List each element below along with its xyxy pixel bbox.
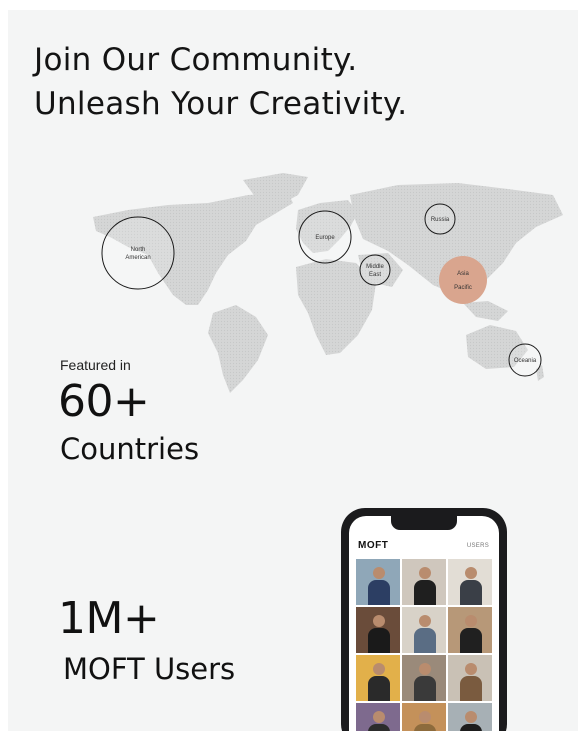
continent-southeast-asia [463,301,508,321]
person-silhouette-head [372,615,385,628]
phone-screen: MOFT USERS [349,516,499,731]
phone-notch [391,516,457,530]
person-silhouette-body [460,579,483,605]
region-marker-asia-pacific[interactable]: Asia Pacific [439,256,487,304]
person-silhouette-body [460,723,483,731]
person-silhouette-head [464,711,477,724]
headline: Join Our Community. Unleash Your Creativ… [34,38,407,126]
person-silhouette-head [418,567,431,580]
person-silhouette-head [372,567,385,580]
users-label: MOFT Users [63,652,236,686]
user-photo-tile[interactable] [356,559,400,605]
region-circle-north-american [101,216,175,290]
person-silhouette-head [464,615,477,628]
person-silhouette-head [372,711,385,724]
person-silhouette-body [414,675,437,701]
community-card: Join Our Community. Unleash Your Creativ… [8,10,578,731]
person-silhouette-head [418,615,431,628]
tab-users[interactable]: USERS [467,543,489,549]
person-silhouette-body [368,723,391,731]
person-silhouette-head [418,711,431,724]
user-photo-tile[interactable] [402,655,446,701]
user-photo-tile[interactable] [356,607,400,653]
region-circle-middle-east [359,254,391,286]
region-label-europe: Europe [315,235,335,241]
world-map: North American Europe Russia Middle East Asia P… [58,155,578,395]
person-silhouette-head [464,567,477,580]
person-silhouette-head [464,663,477,676]
world-map-graphic: North American Europe Russia Middle East Asia P… [93,173,563,393]
user-photo-tile[interactable] [402,559,446,605]
region-circle-asia-pacific [439,256,487,304]
person-silhouette-body [368,675,391,701]
person-silhouette-body [368,627,391,653]
user-photo-tile[interactable] [448,607,492,653]
users-count: 1M+ [58,593,160,644]
countries-label: Countries [60,432,200,466]
user-photo-tile[interactable] [402,607,446,653]
person-silhouette-body [414,579,437,605]
region-marker-russia[interactable]: Russia [424,203,456,235]
region-marker-europe[interactable]: Europe [298,210,352,264]
phone-mockup: MOFT USERS [341,508,507,731]
user-photo-grid [356,559,492,731]
featured-in-label: Featured in [60,357,131,373]
user-photo-tile[interactable] [448,655,492,701]
headline-line-2: Unleash Your Creativity. [34,86,408,122]
countries-count: 60+ [58,376,150,427]
user-photo-tile[interactable] [448,559,492,605]
region-label-oceania: Oceania [514,358,537,364]
person-silhouette-body [460,675,483,701]
person-silhouette-body [414,627,437,653]
user-photo-tile[interactable] [356,655,400,701]
region-marker-north-american[interactable]: North American [101,216,175,290]
person-silhouette-head [372,663,385,676]
region-label-russia: Russia [431,217,450,223]
region-marker-oceania[interactable]: Oceania [508,343,542,377]
app-logo: MOFT [358,540,389,551]
user-photo-tile[interactable] [402,703,446,731]
person-silhouette-body [414,723,437,731]
user-photo-tile[interactable] [356,703,400,731]
person-silhouette-body [460,627,483,653]
person-silhouette-head [418,663,431,676]
continent-south-america [208,305,268,393]
user-photo-tile[interactable] [448,703,492,731]
person-silhouette-body [368,579,391,605]
headline-line-1: Join Our Community. [34,42,358,78]
region-marker-middle-east[interactable]: Middle East [359,254,391,286]
